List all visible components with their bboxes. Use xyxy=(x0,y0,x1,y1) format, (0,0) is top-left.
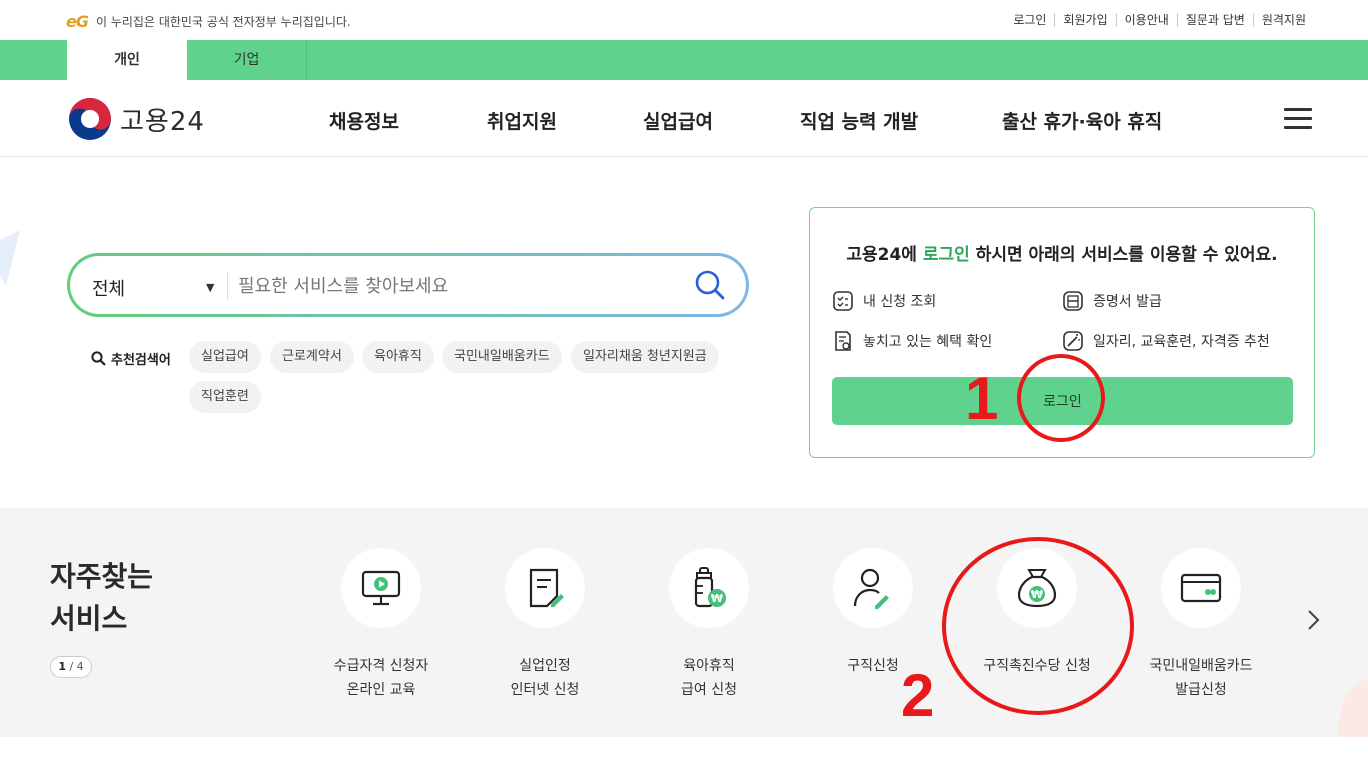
chevron-right-icon[interactable] xyxy=(1305,608,1321,632)
frequent-services-section: 자주찾는 서비스 1 / 4 수급자격 신청자 온라인 교육 실업인정 인터넷 … xyxy=(0,508,1368,737)
util-link-remote[interactable]: 원격지원 xyxy=(1252,13,1314,27)
baby-bottle-won-icon: ₩ xyxy=(694,567,726,608)
person-pen-icon xyxy=(853,568,889,609)
service-parental-leave-benefit[interactable]: ₩ 육아휴직 급여 신청 xyxy=(629,548,789,702)
nav-vocational-training[interactable]: 직업 능력 개발 xyxy=(800,107,918,134)
gov-notice-text: 이 누리집은 대한민국 공식 전자정부 누리집입니다. xyxy=(95,15,351,29)
keyword-chip[interactable]: 일자리채움 청년지원금 xyxy=(571,341,719,373)
monitor-play-icon xyxy=(361,570,401,606)
annotation-circle-1 xyxy=(1017,354,1105,442)
search-divider xyxy=(227,272,228,300)
service-job-seeking-registration[interactable]: 구직신청 xyxy=(793,548,953,678)
utility-bar: eG 이 누리집은 대한민국 공식 전자정부 누리집입니다. 로그인 회원가입 … xyxy=(0,0,1368,40)
keyword-chip[interactable]: 육아휴직 xyxy=(362,341,434,373)
decorative-paper-plane-icon xyxy=(0,230,20,286)
main-header: 고용24 채용정보 취업지원 실업급여 직업 능력 개발 출산 휴가·육아 휴직 xyxy=(0,80,1368,157)
keyword-chip[interactable]: 실업급여 xyxy=(189,341,261,373)
service-recommendations: 일자리, 교육훈련, 자격증 추천 xyxy=(1062,330,1270,352)
keyword-chip[interactable]: 근로계약서 xyxy=(270,341,354,373)
search-small-icon xyxy=(91,351,106,366)
search-bar: 전체 ▼ xyxy=(67,253,749,317)
service-label: 국민내일배움카드 발급신청 xyxy=(1149,658,1253,698)
annotation-number-2: 2 xyxy=(901,662,935,729)
frequent-services-title: 자주찾는 서비스 xyxy=(50,560,154,635)
printer-icon xyxy=(1063,291,1083,311)
taegeuk-logo-icon xyxy=(69,98,111,140)
keyword-chip[interactable]: 직업훈련 xyxy=(189,381,261,413)
nav-unemployment-benefit[interactable]: 실업급여 xyxy=(643,107,713,134)
annotation-number-1: 1 xyxy=(965,365,999,432)
caret-down-icon[interactable]: ▼ xyxy=(206,281,214,294)
service-label: 수급자격 신청자 온라인 교육 xyxy=(333,658,429,698)
util-link-signup[interactable]: 회원가입 xyxy=(1054,13,1115,27)
nav-employment-support[interactable]: 취업지원 xyxy=(487,107,557,134)
service-label: 실업인정 인터넷 신청 xyxy=(510,658,580,698)
search-category-select[interactable]: 전체 xyxy=(92,275,125,301)
recommended-keywords-label: 추천검색어 xyxy=(91,349,171,368)
search-input[interactable] xyxy=(238,270,668,302)
util-link-guide[interactable]: 이용안내 xyxy=(1115,13,1177,27)
document-pen-icon xyxy=(529,568,564,608)
nav-job-info[interactable]: 채용정보 xyxy=(329,107,399,134)
nav-parental-leave[interactable]: 출산 휴가·육아 휴직 xyxy=(1002,107,1162,134)
service-certificate: 증명서 발급 xyxy=(1062,290,1162,312)
service-my-applications: 내 신청 조회 xyxy=(832,290,936,312)
menu-icon[interactable] xyxy=(1284,108,1312,130)
util-link-login[interactable]: 로그인 xyxy=(1005,13,1054,27)
card-icon xyxy=(1180,573,1222,603)
service-learning-card[interactable]: 국민내일배움카드 발급신청 xyxy=(1121,548,1281,702)
util-link-qna[interactable]: 질문과 답변 xyxy=(1176,13,1253,27)
checklist-icon xyxy=(833,291,853,311)
search-icon[interactable] xyxy=(694,269,726,301)
audience-tab-bar: 개인 기업 xyxy=(0,40,1368,80)
gov-notice: eG 이 누리집은 대한민국 공식 전자정부 누리집입니다. xyxy=(66,12,351,31)
logo-text: 고용24 xyxy=(120,106,205,137)
site-logo[interactable]: 고용24 xyxy=(68,97,205,141)
magic-wand-icon xyxy=(1063,331,1083,351)
carousel-pager: 1 / 4 xyxy=(50,656,92,678)
keyword-chip[interactable]: 국민내일배움카드 xyxy=(442,341,562,373)
util-links: 로그인 회원가입 이용안내 질문과 답변 원격지원 xyxy=(1005,13,1314,27)
service-online-education[interactable]: 수급자격 신청자 온라인 교육 xyxy=(301,548,461,702)
service-label: 육아휴직 급여 신청 xyxy=(681,658,737,698)
document-search-icon xyxy=(835,331,851,351)
tab-corporate[interactable]: 기업 xyxy=(187,40,307,80)
service-missed-benefits: 놓치고 있는 혜택 확인 xyxy=(832,330,992,352)
svg-text:₩: ₩ xyxy=(711,592,723,605)
login-message: 고용24에 로그인 하시면 아래의 서비스를 이용할 수 있어요. xyxy=(846,245,1278,265)
tab-personal[interactable]: 개인 xyxy=(67,40,187,80)
annotation-circle-2 xyxy=(942,537,1134,715)
service-unemployment-certification[interactable]: 실업인정 인터넷 신청 xyxy=(465,548,625,702)
eg-logo: eG xyxy=(66,12,89,31)
decorative-corner-shape xyxy=(1338,678,1368,737)
